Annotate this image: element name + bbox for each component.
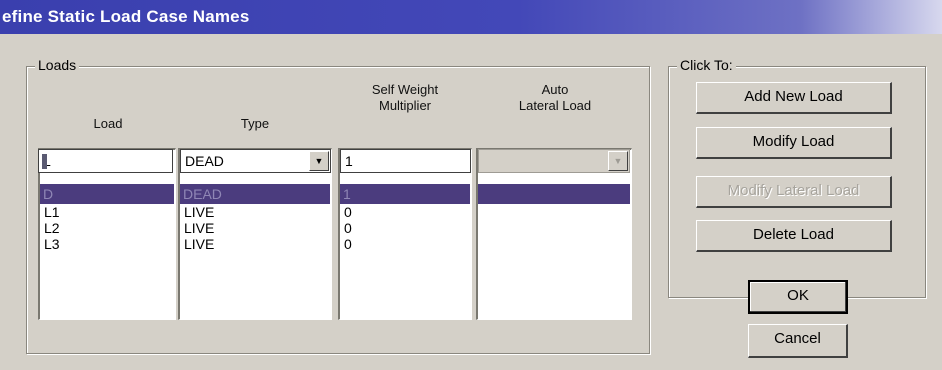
column-header-type: Type [240, 116, 270, 131]
list-item[interactable]: L2 [44, 220, 60, 236]
title-bar[interactable]: efine Static Load Case Names [0, 0, 942, 34]
self-weight-input[interactable]: 1 [340, 149, 471, 173]
chevron-down-icon[interactable]: ▼ [309, 151, 329, 171]
list-item[interactable]: L3 [44, 236, 60, 252]
loads-group-label: Loads [35, 57, 80, 73]
auto-lateral-list[interactable] [476, 148, 632, 320]
column-header-self-weight: Self Weight Multiplier [371, 82, 439, 113]
self-weight-column-rows: 0 0 0 [344, 204, 352, 252]
list-item[interactable]: 0 [344, 236, 352, 252]
self-weight-list[interactable] [338, 148, 472, 320]
modify-load-button[interactable]: Modify Load [696, 127, 892, 159]
load-name-input-field[interactable]: L [38, 149, 173, 173]
auto-lateral-select: ▼ [478, 149, 630, 173]
delete-load-button[interactable]: Delete Load [696, 220, 892, 252]
list-item[interactable]: L1 [44, 204, 60, 220]
column-header-auto-lateral: Auto Lateral Load [518, 82, 592, 113]
list-item[interactable]: 0 [344, 220, 352, 236]
type-column-rows: LIVE LIVE LIVE [184, 204, 214, 252]
selected-row-self-weight-cell[interactable]: 1 [340, 184, 470, 204]
list-item[interactable]: 0 [344, 204, 352, 220]
click-to-group-label: Click To: [677, 57, 736, 73]
modify-lateral-load-button: Modify Lateral Load [696, 176, 892, 208]
list-item[interactable]: LIVE [184, 220, 214, 236]
selected-row-type-cell[interactable]: DEAD [180, 184, 330, 204]
load-column-rows: L1 L2 L3 [44, 204, 60, 252]
selection-caret [42, 154, 47, 169]
column-header-load: Load [93, 116, 123, 131]
type-select[interactable]: DEAD ▼ [180, 149, 331, 173]
ok-button[interactable]: OK [748, 280, 848, 314]
add-new-load-button[interactable]: Add New Load [696, 82, 892, 114]
selected-row-auto-lateral-cell[interactable] [478, 184, 630, 204]
selected-row-load-cell[interactable]: D [40, 184, 174, 204]
list-item[interactable]: LIVE [184, 236, 214, 252]
window-title: efine Static Load Case Names [2, 7, 250, 26]
chevron-down-icon: ▼ [608, 151, 628, 171]
dialog-body: Loads Load Type Self Weight Multiplier A… [0, 34, 942, 370]
list-item[interactable]: LIVE [184, 204, 214, 220]
cancel-button[interactable]: Cancel [748, 324, 848, 358]
